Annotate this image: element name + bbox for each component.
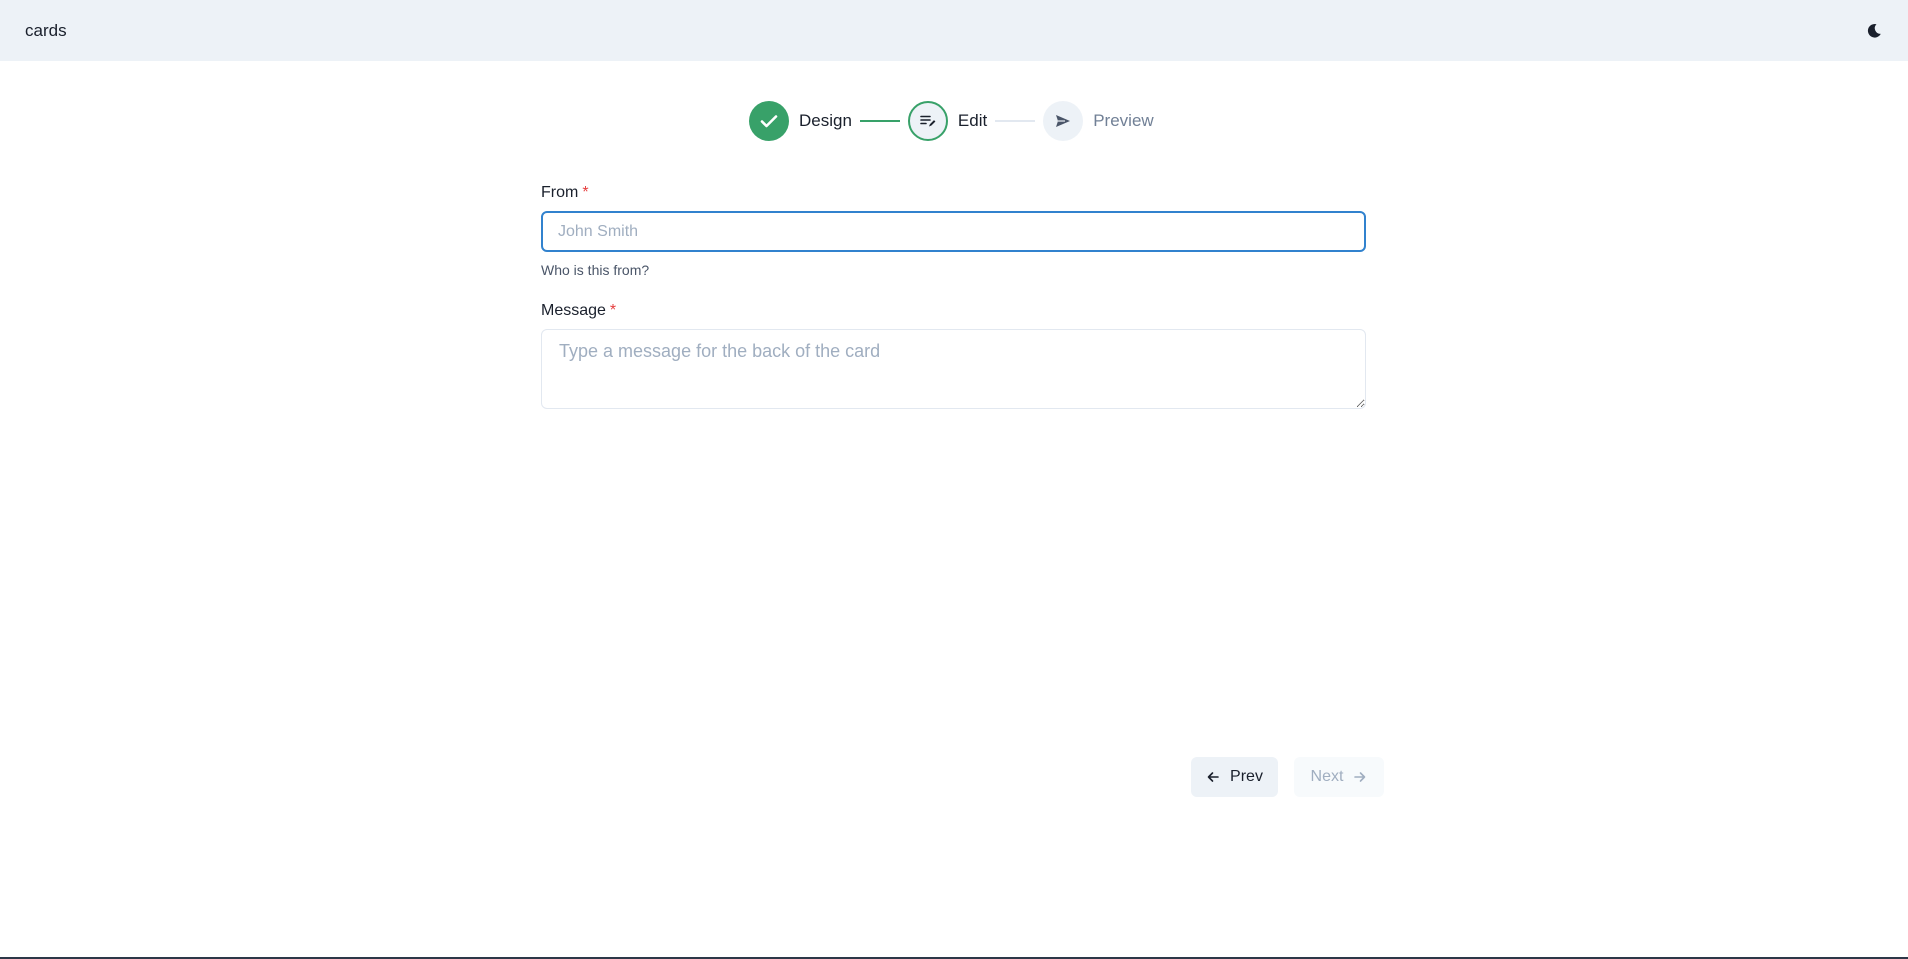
arrow-right-icon: [1353, 770, 1367, 784]
step-preview[interactable]: Preview: [1043, 101, 1154, 141]
message-label-text: Message: [541, 302, 606, 319]
prev-button-label: Prev: [1230, 768, 1263, 785]
from-input[interactable]: [541, 211, 1366, 252]
from-helper-text: Who is this from?: [541, 262, 650, 278]
arrow-left-icon: [1206, 770, 1220, 784]
top-bar: cards: [0, 0, 1908, 61]
step-edit[interactable]: Edit: [907, 101, 988, 141]
from-field: From* Who is this from?: [541, 184, 1366, 278]
step-edit-indicator: [907, 101, 948, 141]
step-design-label: Design: [799, 111, 852, 130]
step-connector-1: [859, 120, 900, 122]
step-connector-2: [995, 120, 1036, 122]
wizard-navigation: Prev Next: [1191, 757, 1384, 797]
message-label: Message *: [541, 302, 1366, 320]
required-mark: *: [582, 184, 589, 201]
send-icon: [1056, 115, 1071, 127]
next-button-label: Next: [1310, 768, 1344, 785]
step-preview-indicator: [1043, 101, 1084, 141]
card-edit-form: From* Who is this from? Message*: [541, 184, 1366, 414]
theme-toggle-button[interactable]: [1858, 15, 1890, 47]
next-button[interactable]: Next: [1294, 757, 1384, 797]
from-label-text: From: [541, 184, 579, 201]
step-edit-label: Edit: [957, 111, 988, 130]
stepper: Design Edit Preview: [749, 100, 1154, 142]
from-label: From *: [541, 184, 1366, 202]
prev-button[interactable]: Prev: [1191, 757, 1278, 797]
moon-icon: [1867, 23, 1881, 38]
check-icon: [760, 115, 778, 128]
step-design-indicator: [749, 101, 789, 141]
required-mark: *: [609, 302, 617, 319]
step-preview-label: Preview: [1093, 111, 1154, 130]
message-textarea[interactable]: [541, 329, 1366, 409]
step-design[interactable]: Design: [749, 101, 852, 141]
edit-lines-icon: [920, 115, 936, 127]
message-field: Message *: [541, 302, 1366, 414]
brand-title[interactable]: cards: [25, 21, 67, 41]
